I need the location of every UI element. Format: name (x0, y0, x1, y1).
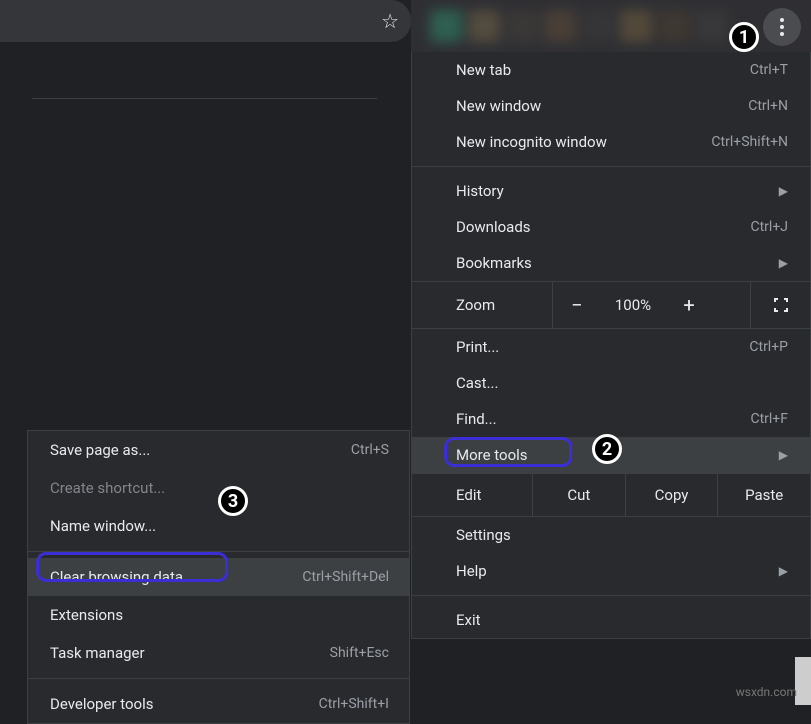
label: Downloads (456, 218, 531, 236)
menu-history[interactable]: History ▶ (412, 173, 810, 209)
label: History (456, 182, 504, 200)
kebab-menu-button[interactable] (763, 8, 801, 46)
label: Bookmarks (456, 254, 532, 272)
zoom-in-button[interactable]: + (665, 293, 713, 317)
submenu-clear-browsing-data[interactable]: Clear browsing data... Ctrl+Shift+Del (28, 558, 409, 596)
label: Save page as... (50, 441, 150, 459)
shortcut: Shift+Esc (330, 645, 389, 661)
label: Create shortcut... (50, 479, 165, 497)
menu-new-window[interactable]: New window Ctrl+N (412, 88, 810, 124)
copy-button[interactable]: Copy (625, 474, 718, 516)
zoom-out-button[interactable]: − (553, 293, 601, 317)
label: Exit (456, 611, 481, 629)
divider (28, 551, 409, 552)
shortcut: Ctrl+S (351, 442, 389, 458)
divider (412, 166, 810, 167)
zoom-label: Zoom (412, 296, 552, 314)
label: Clear browsing data... (50, 568, 195, 586)
submenu-save-page[interactable]: Save page as... Ctrl+S (28, 431, 409, 469)
watermark: wsxdn.com (736, 685, 797, 699)
fullscreen-icon (773, 297, 789, 313)
chevron-right-icon: ▶ (779, 256, 788, 270)
divider (412, 595, 810, 596)
scrollbar-stub (795, 657, 811, 705)
menu-new-tab[interactable]: New tab Ctrl+T (412, 52, 810, 88)
label: Print... (456, 338, 499, 356)
label: New incognito window (456, 133, 607, 151)
menu-downloads[interactable]: Downloads Ctrl+J (412, 209, 810, 245)
label: New tab (456, 61, 511, 79)
label: New window (456, 97, 541, 115)
chevron-right-icon: ▶ (779, 184, 788, 198)
label: Extensions (50, 606, 123, 624)
menu-cast[interactable]: Cast... (412, 365, 810, 401)
paste-button[interactable]: Paste (717, 474, 810, 516)
label: Help (456, 562, 487, 580)
menu-find[interactable]: Find... Ctrl+F (412, 401, 810, 437)
submenu-developer-tools[interactable]: Developer tools Ctrl+Shift+I (28, 685, 409, 723)
shortcut: Ctrl+P (749, 339, 788, 355)
kebab-icon (780, 18, 784, 36)
shortcut: Ctrl+T (750, 62, 788, 78)
label: Developer tools (50, 695, 153, 713)
shortcut: Ctrl+Shift+N (711, 134, 788, 150)
shortcut: Ctrl+J (750, 219, 788, 235)
label: Task manager (50, 644, 145, 662)
menu-settings[interactable]: Settings (412, 517, 810, 553)
menu-bookmarks[interactable]: Bookmarks ▶ (412, 245, 810, 281)
label: Cast... (456, 374, 498, 392)
menu-edit-row: Edit Cut Copy Paste (412, 473, 810, 517)
label: Name window... (50, 517, 156, 535)
menu-exit[interactable]: Exit (412, 602, 810, 638)
main-dropdown-menu: New tab Ctrl+T New window Ctrl+N New inc… (411, 52, 811, 639)
edit-label: Edit (412, 486, 532, 504)
submenu-extensions[interactable]: Extensions (28, 596, 409, 634)
label: Find... (456, 410, 497, 428)
chevron-right-icon: ▶ (779, 564, 788, 578)
menu-help[interactable]: Help ▶ (412, 553, 810, 589)
submenu-name-window[interactable]: Name window... (28, 507, 409, 545)
shortcut: Ctrl+Shift+I (319, 696, 389, 712)
address-bar[interactable]: ☆ (0, 0, 411, 42)
blurred-extensions (430, 10, 750, 42)
submenu-task-manager[interactable]: Task manager Shift+Esc (28, 634, 409, 672)
label: Settings (456, 526, 511, 544)
menu-new-incognito[interactable]: New incognito window Ctrl+Shift+N (412, 124, 810, 160)
callout-3: 3 (218, 486, 248, 516)
cut-button[interactable]: Cut (532, 474, 625, 516)
bookmark-star-icon[interactable]: ☆ (381, 9, 399, 33)
label: More tools (456, 446, 528, 464)
callout-1: 1 (729, 22, 759, 52)
shortcut: Ctrl+F (750, 411, 788, 427)
shortcut: Ctrl+Shift+Del (302, 569, 389, 585)
menu-print[interactable]: Print... Ctrl+P (412, 329, 810, 365)
fullscreen-button[interactable] (750, 282, 810, 328)
callout-2: 2 (592, 434, 622, 464)
menu-zoom-row: Zoom − 100% + (412, 281, 810, 329)
shortcut: Ctrl+N (748, 98, 788, 114)
divider (28, 678, 409, 679)
zoom-value: 100% (601, 296, 665, 314)
divider-line (32, 98, 377, 99)
more-tools-submenu: Save page as... Ctrl+S Create shortcut..… (27, 430, 410, 724)
chevron-right-icon: ▶ (779, 448, 788, 462)
